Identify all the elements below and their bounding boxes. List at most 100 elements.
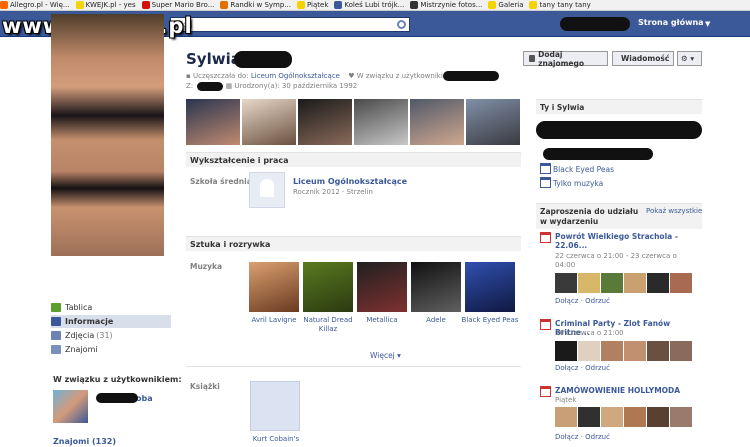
left-nav-item-zdjecia[interactable]: Zdjęcia (31) xyxy=(51,329,171,342)
bookmark-label: KWEJK.pl - yes xyxy=(85,1,136,9)
add-friend-button[interactable]: Dodaj znajomego xyxy=(523,50,608,68)
profile-name: Sylwia xyxy=(186,50,241,68)
bookmark-label: Koleś Lubi trójk... xyxy=(344,1,405,9)
music-label-avril[interactable]: Avril Lavigne xyxy=(244,316,304,325)
profile-photo[interactable] xyxy=(51,14,164,256)
photo-thumb[interactable] xyxy=(186,99,240,145)
photo-thumb[interactable] xyxy=(466,99,520,145)
attendee-thumb[interactable] xyxy=(647,407,669,427)
redacted-partner xyxy=(443,71,499,81)
show-all-events-link[interactable]: Pokaż wszystkie xyxy=(646,207,702,215)
mutual-like-bep[interactable]: Black Eyed Peas xyxy=(553,165,614,174)
photo-thumb[interactable] xyxy=(410,99,464,145)
event-meta: Piątek xyxy=(555,396,577,404)
bookmark-favicon-icon xyxy=(141,1,150,9)
attendee-thumb[interactable] xyxy=(555,407,577,427)
more-music-link[interactable]: Więcej ▾ xyxy=(370,351,401,360)
attendee-thumb[interactable] xyxy=(601,341,623,361)
redacted-mutual-friend xyxy=(543,148,653,160)
bookmark-label: Allegro.pl - Wię... xyxy=(10,1,70,9)
music-black-eyed-peas[interactable] xyxy=(465,262,515,312)
book-name-link[interactable]: Kurt Cobain's xyxy=(246,435,306,443)
search-icon[interactable] xyxy=(397,20,406,29)
friends-count-link[interactable]: Znajomi (132) xyxy=(53,437,116,446)
attendee-thumb[interactable] xyxy=(670,341,692,361)
music-metallica[interactable] xyxy=(357,262,407,312)
attendee-thumb[interactable] xyxy=(647,341,669,361)
school-link[interactable]: Liceum Ogólnokształcące xyxy=(251,72,340,80)
photo-thumb[interactable] xyxy=(242,99,296,145)
bookmark-item[interactable]: Super Mario Bro... xyxy=(141,1,215,9)
music-label-bep[interactable]: Black Eyed Peas xyxy=(460,316,520,325)
gear-icon: ⚙ ▾ xyxy=(681,54,695,63)
info-icon xyxy=(51,317,61,326)
bookmark-label: tany tany tany xyxy=(539,1,591,9)
bookmark-label: Mistrzynie fotos... xyxy=(420,1,483,9)
event-attendees xyxy=(555,341,692,361)
photo-thumb[interactable] xyxy=(354,99,408,145)
music-label-adele[interactable]: Adele xyxy=(406,316,466,325)
book-page-icon[interactable] xyxy=(250,381,300,431)
bookmark-favicon-icon xyxy=(529,1,538,9)
bookmark-item[interactable]: Koleś Lubi trójk... xyxy=(334,1,404,9)
attendee-thumb[interactable] xyxy=(555,341,577,361)
bookmark-item[interactable]: KWEJK.pl - yes xyxy=(75,1,136,9)
attendee-thumb[interactable] xyxy=(624,341,646,361)
bookmark-item[interactable]: Mistrzynie fotos... xyxy=(410,1,482,9)
attendee-thumb[interactable] xyxy=(578,341,600,361)
bookmark-label: Super Mario Bro... xyxy=(151,1,215,9)
event-meta: 16 czerwca o 21:00 xyxy=(555,329,624,337)
bookmark-item[interactable]: Allegro.pl - Wię... xyxy=(0,1,70,9)
photo-thumb[interactable] xyxy=(298,99,352,145)
attendee-thumb[interactable] xyxy=(647,273,669,293)
attendee-thumb[interactable] xyxy=(555,273,577,293)
bookmark-item[interactable]: tany tany tany xyxy=(529,1,591,9)
redacted-last-name xyxy=(234,51,292,68)
event-title[interactable]: ZAMÓWOWIENIE HOLLYMODA xyxy=(555,386,695,395)
bookmark-label: Randki w Symp... xyxy=(230,1,291,9)
event-actions[interactable]: Dołącz · Odrzuć xyxy=(555,364,610,372)
friends-icon xyxy=(51,345,61,354)
attendee-thumb[interactable] xyxy=(601,407,623,427)
bookmark-item[interactable]: Randki w Symp... xyxy=(220,1,291,9)
left-nav-item-informacje[interactable]: Informacje xyxy=(51,315,171,328)
event-actions[interactable]: Dołącz · Odrzuć xyxy=(555,297,610,305)
bookmarks-bar: Allegro.pl - Wię... KWEJK.pl - yes Super M… xyxy=(0,0,750,11)
music-label-metallica[interactable]: Metallica xyxy=(352,316,412,325)
music-label-ndk[interactable]: Natural Dread Killaz xyxy=(298,316,358,334)
bookmark-item[interactable]: Galeria xyxy=(488,1,523,9)
page-icon xyxy=(540,177,551,188)
school-page-icon[interactable] xyxy=(249,172,285,208)
home-link[interactable]: Strona główna xyxy=(638,18,704,27)
mutual-like-tylko-muzyka[interactable]: Tylko muzyka xyxy=(553,179,603,188)
attendee-thumb[interactable] xyxy=(601,273,623,293)
attendee-thumb[interactable] xyxy=(578,407,600,427)
bookmark-label: Piątek xyxy=(306,1,329,9)
settings-dropdown-button[interactable]: ⚙ ▾ xyxy=(677,51,702,66)
redacted-mutual-friends xyxy=(536,121,702,139)
relationship-name[interactable]: oba xyxy=(136,394,153,403)
bookmark-item[interactable]: Piątek xyxy=(296,1,329,9)
school-info: ▪ Uczęszczała do: Liceum Ogólnokształcąc… xyxy=(186,72,457,80)
school-name-link[interactable]: Liceum Ogólnokształcące xyxy=(293,177,407,186)
school-meta: Rocznik 2012 · Strzelin xyxy=(293,188,373,196)
redacted-relationship-name xyxy=(96,393,138,403)
left-nav-item-tablica[interactable]: Tablica xyxy=(51,301,171,314)
message-button[interactable]: Wiadomość xyxy=(612,51,674,66)
attendee-thumb[interactable] xyxy=(670,273,692,293)
music-avril-lavigne[interactable] xyxy=(249,262,299,312)
search-input[interactable]: ukaj xyxy=(170,17,410,32)
event-title[interactable]: Powrót Wielkiego Strachola - 22.06... xyxy=(555,232,695,250)
wall-icon xyxy=(51,303,61,312)
account-menu-caret-icon[interactable]: ▼ xyxy=(705,20,710,28)
attendee-thumb[interactable] xyxy=(578,273,600,293)
music-natural-dread-killaz[interactable] xyxy=(303,262,353,312)
attendee-thumb[interactable] xyxy=(670,407,692,427)
attendee-thumb[interactable] xyxy=(624,273,646,293)
event-actions[interactable]: Dołącz · Odrzuć xyxy=(555,433,610,441)
left-nav-item-znajomi[interactable]: Znajomi xyxy=(51,343,171,356)
music-adele[interactable] xyxy=(411,262,461,312)
attendee-thumb[interactable] xyxy=(624,407,646,427)
relationship-avatar[interactable] xyxy=(53,390,88,423)
divider xyxy=(186,366,521,367)
